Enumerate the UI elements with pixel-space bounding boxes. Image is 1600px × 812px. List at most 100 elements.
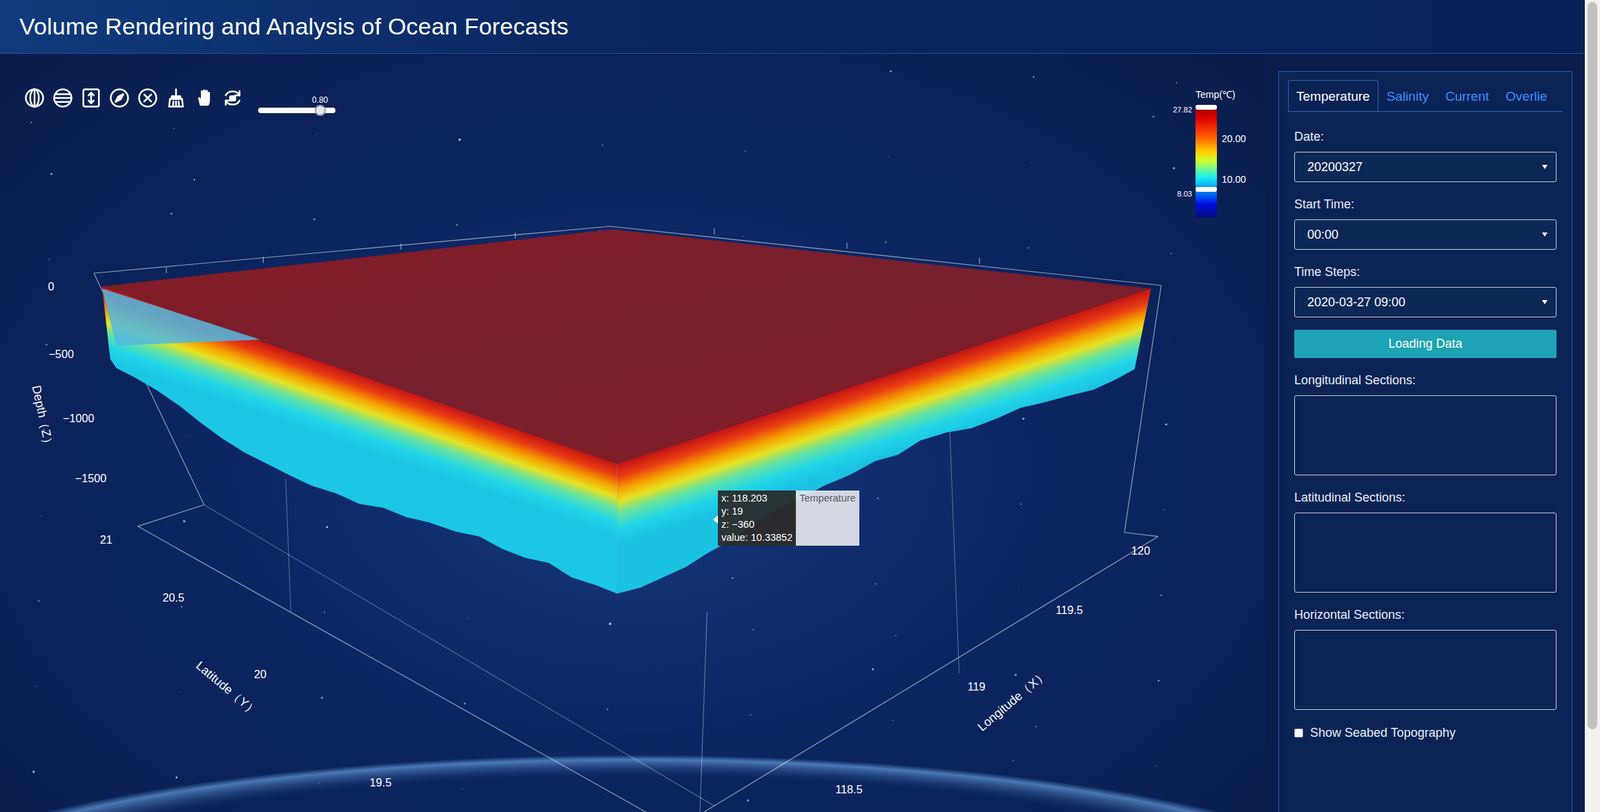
select-value: 00:00 (1307, 227, 1339, 243)
select-field: Time Steps: 2020-03-27 09:00 (1294, 265, 1557, 318)
select-value: 20200327 (1307, 160, 1363, 175)
section-field: Longitudinal Sections: (1294, 373, 1557, 476)
select-field: Start Time: 00:00 (1294, 197, 1557, 250)
latitude-tick: 19.5 (369, 776, 393, 789)
depth-tick: −1000 (62, 412, 95, 425)
form: Date: 20200327 Start Time: 00:00 Time Steps:… (1288, 111, 1563, 741)
scrollbar-thumb[interactable] (1587, 2, 1598, 730)
latitude-tick: 21 (100, 533, 113, 546)
longitude-tick: 120 (1131, 544, 1150, 558)
viewport: 0 −500 −1000 −1500 Depth（Z） 21 20.5 20 19.5 Latit… (0, 53, 1266, 812)
clear-button[interactable] (136, 86, 159, 110)
field-label: Date: (1294, 129, 1557, 144)
pan-button[interactable] (193, 86, 216, 110)
checkbox[interactable] (1294, 728, 1304, 738)
star-field (30, 70, 1177, 803)
tab-bar: TemperatureSalinityCurrentOverlie (1288, 80, 1563, 112)
colorbar-ticks: 20.00 10.00 (1216, 104, 1259, 218)
caret-down-icon (1542, 164, 1548, 170)
range-handle[interactable] (1195, 187, 1217, 192)
select-field: Date: 20200327 (1294, 129, 1557, 183)
latitude-section-icon (52, 87, 74, 109)
section-textarea[interactable] (1294, 512, 1557, 593)
app-title: Volume Rendering and Analysis of Ocean F… (19, 13, 569, 41)
depth-axis-title: Depth（Z） (28, 384, 56, 451)
tooltip-line: y: 19 (721, 505, 793, 519)
latitude-section-button[interactable] (51, 86, 74, 110)
longitude-section-icon (24, 87, 45, 109)
broom-icon (165, 87, 187, 109)
vertical-section-icon (80, 87, 102, 109)
longitude-axis-title: Longitude（X） (974, 668, 1050, 735)
temperature-volume[interactable] (102, 229, 1152, 594)
header: Volume Rendering and Analysis of Ocean F… (0, 0, 1585, 54)
tooltip-series: Temperature (795, 490, 859, 546)
range-handle[interactable] (1195, 104, 1217, 110)
clean-button[interactable] (164, 86, 188, 110)
loading-data-button[interactable]: Loading Data (1294, 329, 1557, 359)
rotate-reset-icon (222, 87, 243, 109)
tooltip-values: x: 118.203y: 19z: −360value: 10.33852 (717, 490, 796, 546)
colorbar-tick: 20.00 (1221, 133, 1246, 144)
colorbar-title: Temp(℃) (1195, 88, 1259, 101)
field-label: Latitudinal Sections: (1294, 490, 1557, 505)
select-box[interactable]: 00:00 (1294, 219, 1557, 250)
tab[interactable]: Temperature (1288, 80, 1379, 112)
slider-thumb[interactable] (314, 104, 326, 116)
latitude-tick: 20 (254, 668, 267, 681)
latitude-tick: 20.5 (162, 591, 185, 604)
depth-tick: −1500 (75, 472, 107, 485)
longitude-axis: 120 119.5 119 118.5 Longitude（X） (835, 544, 1150, 796)
tooltip: x: 118.203y: 19z: −360value: 10.33852Tem… (717, 490, 860, 546)
hand-icon (193, 87, 215, 109)
section-textarea[interactable] (1294, 395, 1557, 476)
tooltip-line: value: 10.33852 (721, 531, 793, 545)
depth-tick: 0 (47, 280, 54, 293)
scrollbar[interactable] (1584, 0, 1600, 812)
latitude-axis: 21 20.5 20 19.5 Latitude（Y） (100, 533, 392, 789)
reset-view-button[interactable] (221, 86, 244, 110)
volume-render-canvas[interactable]: 0 −500 −1000 −1500 Depth（Z） 21 20.5 20 19.5 Latit… (0, 53, 1266, 812)
longitude-tick: 118.5 (835, 783, 863, 796)
range-reading: 27.82 (1172, 104, 1193, 115)
earth-glow (0, 755, 1266, 812)
range-reading: 8.03 (1177, 189, 1193, 199)
longitude-tick: 119 (967, 680, 986, 694)
select-box[interactable]: 2020-03-27 09:00 (1294, 287, 1557, 318)
section-field: Latitudinal Sections: (1294, 490, 1557, 593)
tab[interactable]: Current (1437, 80, 1498, 112)
field-label: Time Steps: (1294, 265, 1557, 279)
app: Volume Rendering and Analysis of Ocean F… (0, 0, 1600, 812)
field-label: Horizontal Sections: (1294, 608, 1557, 622)
slider-track[interactable] (258, 107, 336, 114)
slider-reading: 0.80 (311, 95, 328, 105)
toolbar: 0.80 (23, 82, 336, 114)
latitude-axis-title: Latitude（Y） (193, 659, 261, 720)
circle-x-icon (137, 87, 159, 109)
tab[interactable]: Overlie (1497, 80, 1556, 112)
depth-tick: −500 (48, 347, 74, 361)
compass-button[interactable] (108, 86, 131, 110)
checkbox-label: Show Seabed Topography (1310, 725, 1456, 741)
field-label: Longitudinal Sections: (1294, 373, 1557, 388)
vertical-section-button[interactable] (80, 86, 103, 110)
compass-icon (109, 87, 130, 109)
tooltip-line: z: −360 (721, 518, 793, 532)
section-textarea[interactable] (1294, 630, 1557, 711)
longitude-tick: 119.5 (1055, 603, 1083, 617)
colorbar: Temp(℃)27.82 8.03 20.00 10.00 (1163, 88, 1259, 218)
depth-axis: 0 −500 −1000 −1500 Depth（Z） (28, 280, 107, 485)
axis-grid (93, 226, 1162, 812)
opacity-slider[interactable]: 0.80 (258, 95, 336, 114)
colorbar-gradient[interactable] (1195, 104, 1217, 218)
field-label: Start Time: (1294, 197, 1557, 212)
longitude-section-button[interactable] (23, 86, 46, 110)
tooltip-line: x: 118.203 (721, 492, 793, 506)
seabed-checkbox-row[interactable]: Show Seabed Topography (1294, 725, 1557, 741)
caret-down-icon (1542, 232, 1548, 237)
select-box[interactable]: 20200327 (1294, 151, 1557, 183)
colorbar-tick: 10.00 (1221, 174, 1246, 185)
colorbar-range-labels: 27.82 8.03 (1163, 104, 1196, 218)
tab[interactable]: Salinity (1378, 80, 1438, 112)
select-value: 2020-03-27 09:00 (1307, 295, 1406, 310)
